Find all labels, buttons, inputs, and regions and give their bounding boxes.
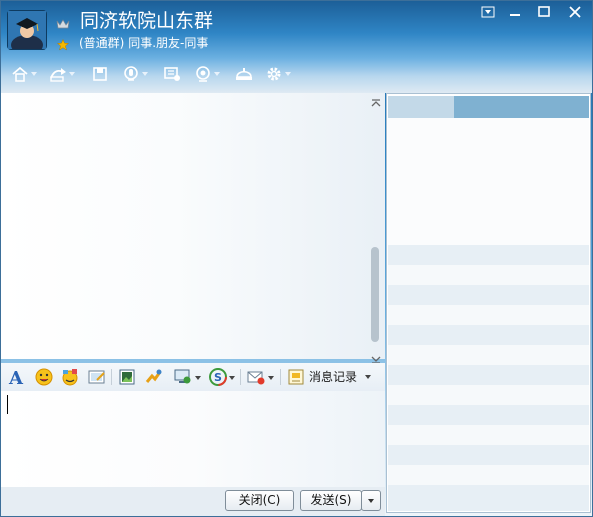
minimize-button[interactable] [504,4,526,20]
window-menu-button[interactable] [477,4,499,20]
soso-icon[interactable]: S [208,367,228,387]
home-icon[interactable] [11,63,37,85]
mail-icon[interactable] [246,367,266,387]
svg-text:S: S [214,371,222,384]
video-icon[interactable] [194,63,220,85]
side-panel-tab-2[interactable] [454,96,589,118]
expand-icon[interactable] [370,350,382,364]
member-list-row[interactable] [388,345,589,365]
file-icon[interactable] [91,63,109,85]
chat-window: 同济软院山东群 (普通群) 同事.朋友-同事 A S 消息记录 关闭(C) 发送… [0,0,593,517]
image-icon[interactable] [117,367,137,387]
soso-dropdown-icon[interactable] [228,367,236,387]
close-window-button[interactable] [564,4,586,20]
group-type: (普通群) [79,36,125,50]
chevron-down-icon [368,499,374,503]
screen-share-dropdown-icon[interactable] [194,367,202,387]
window-title: 同济软院山东群 [80,10,214,32]
share-icon[interactable] [49,63,75,85]
mail-dropdown-icon[interactable] [267,367,275,387]
message-scrollbar[interactable] [371,247,379,342]
screenshot-icon[interactable] [87,367,107,387]
message-area[interactable] [1,93,385,359]
font-icon[interactable]: A [7,367,27,389]
collapse-icon[interactable] [370,93,382,107]
member-list-row[interactable] [388,445,589,465]
text-cursor [7,395,8,414]
star-icon [56,36,70,51]
member-list-row[interactable] [388,405,589,425]
member-list-row[interactable] [388,385,589,405]
sign-icon[interactable] [235,63,253,85]
member-list-row[interactable] [388,465,589,485]
voice-icon[interactable] [122,63,148,85]
member-list-row[interactable] [388,425,589,445]
history-label[interactable]: 消息记录 [309,369,357,385]
shake-icon[interactable] [144,367,164,387]
group-info: (普通群) 同事.朋友-同事 [79,36,208,51]
member-list-row[interactable] [388,285,589,305]
smiley-icon[interactable] [34,367,54,387]
member-list-row[interactable] [388,245,589,265]
settings-icon[interactable] [265,63,291,85]
title-bar: 同济软院山东群 (普通群) 同事.朋友-同事 [1,1,592,93]
member-list-row[interactable] [388,365,589,385]
close-button[interactable]: 关闭(C) [225,490,294,511]
screen-share-icon[interactable] [173,367,193,387]
side-panel-tab-1[interactable] [388,96,454,118]
crown-icon [56,15,70,29]
group-category[interactable]: 同事.朋友-同事 [128,36,208,50]
send-options-button[interactable] [361,490,381,511]
member-list-row[interactable] [388,305,589,325]
history-icon[interactable] [286,367,306,387]
toolbar-separator [111,369,112,385]
message-input[interactable] [1,391,385,487]
toolbar-separator [280,369,281,385]
maximize-button[interactable] [533,4,555,20]
magic-face-icon[interactable] [60,367,80,387]
member-list-row[interactable] [388,325,589,345]
message-icon[interactable] [163,63,181,85]
group-announcement-area [388,118,589,245]
member-list-row[interactable] [388,485,589,511]
svg-text:A: A [8,368,24,387]
history-dropdown-icon[interactable] [365,375,371,379]
toolbar-separator [240,369,241,385]
send-button[interactable]: 发送(S) [300,490,362,511]
group-avatar[interactable] [7,10,47,55]
member-list-row[interactable] [388,265,589,285]
